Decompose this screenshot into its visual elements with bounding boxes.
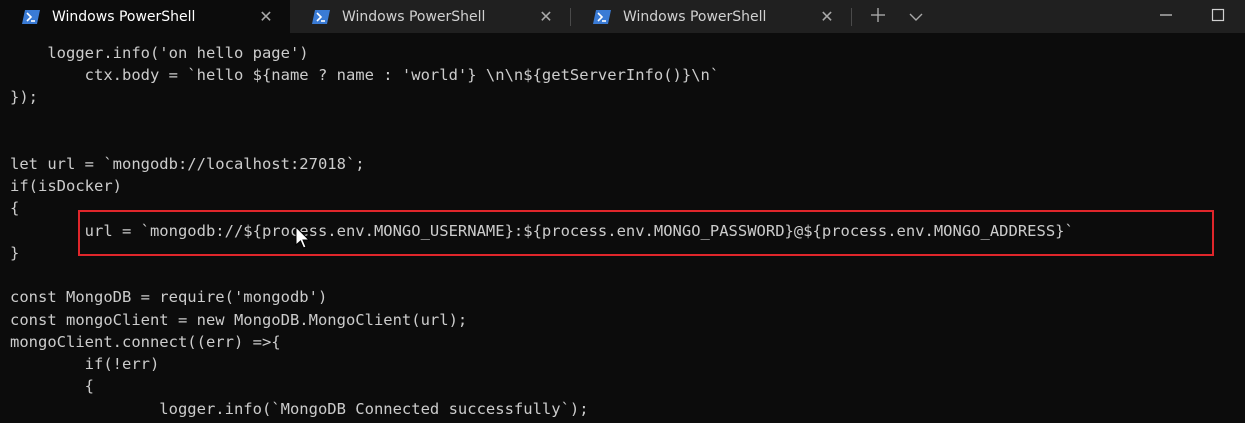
code-line: mongoClient.connect((err) =>{ [10, 333, 281, 351]
tab-powershell-3[interactable]: Windows PowerShell ✕ [571, 0, 851, 33]
terminal-output[interactable]: logger.info('on hello page') ctx.body = … [0, 33, 1245, 423]
maximize-button[interactable] [1198, 0, 1238, 33]
mouse-cursor-icon [295, 225, 311, 250]
close-icon[interactable]: ✕ [256, 7, 276, 27]
code-line: { [10, 199, 20, 217]
plus-icon [870, 7, 886, 27]
code-line: logger.info('on hello page') [10, 44, 309, 62]
close-icon[interactable]: ✕ [817, 7, 837, 27]
maximize-icon [1211, 7, 1225, 26]
code-line: const MongoDB = require('mongodb') [10, 288, 328, 306]
code-line: const mongoClient = new MongoDB.MongoCli… [10, 311, 468, 329]
close-icon[interactable]: ✕ [536, 7, 556, 27]
code-line: { [10, 377, 94, 395]
tab-powershell-1[interactable]: Windows PowerShell ✕ [0, 0, 290, 33]
tab-bar: Windows PowerShell ✕ Windows PowerShell … [0, 0, 1245, 33]
tab-title: Windows PowerShell [52, 8, 196, 25]
minimize-icon [1159, 7, 1173, 26]
code-line: logger.info(`MongoDB Connected successfu… [10, 400, 589, 418]
chevron-down-icon [909, 7, 923, 26]
tab-dropdown-button[interactable] [900, 0, 932, 33]
terminal-window: Windows PowerShell ✕ Windows PowerShell … [0, 0, 1245, 423]
tab-divider [851, 8, 852, 26]
code-line: let url = `mongodb://localhost:27018`; [10, 155, 365, 173]
powershell-icon [312, 9, 330, 24]
tab-title: Windows PowerShell [342, 8, 486, 25]
code-line: }); [10, 88, 38, 106]
powershell-icon [22, 9, 40, 24]
powershell-icon [593, 9, 611, 24]
code-line: ctx.body = `hello ${name ? name : 'world… [10, 66, 720, 84]
minimize-button[interactable] [1146, 0, 1186, 33]
tab-powershell-2[interactable]: Windows PowerShell ✕ [290, 0, 570, 33]
code-line: if(!err) [10, 355, 160, 373]
code-line: } [10, 244, 20, 262]
tab-title: Windows PowerShell [623, 8, 767, 25]
highlight-annotation-box [78, 210, 1214, 256]
code-line: if(isDocker) [10, 177, 122, 195]
new-tab-button[interactable] [862, 0, 894, 33]
